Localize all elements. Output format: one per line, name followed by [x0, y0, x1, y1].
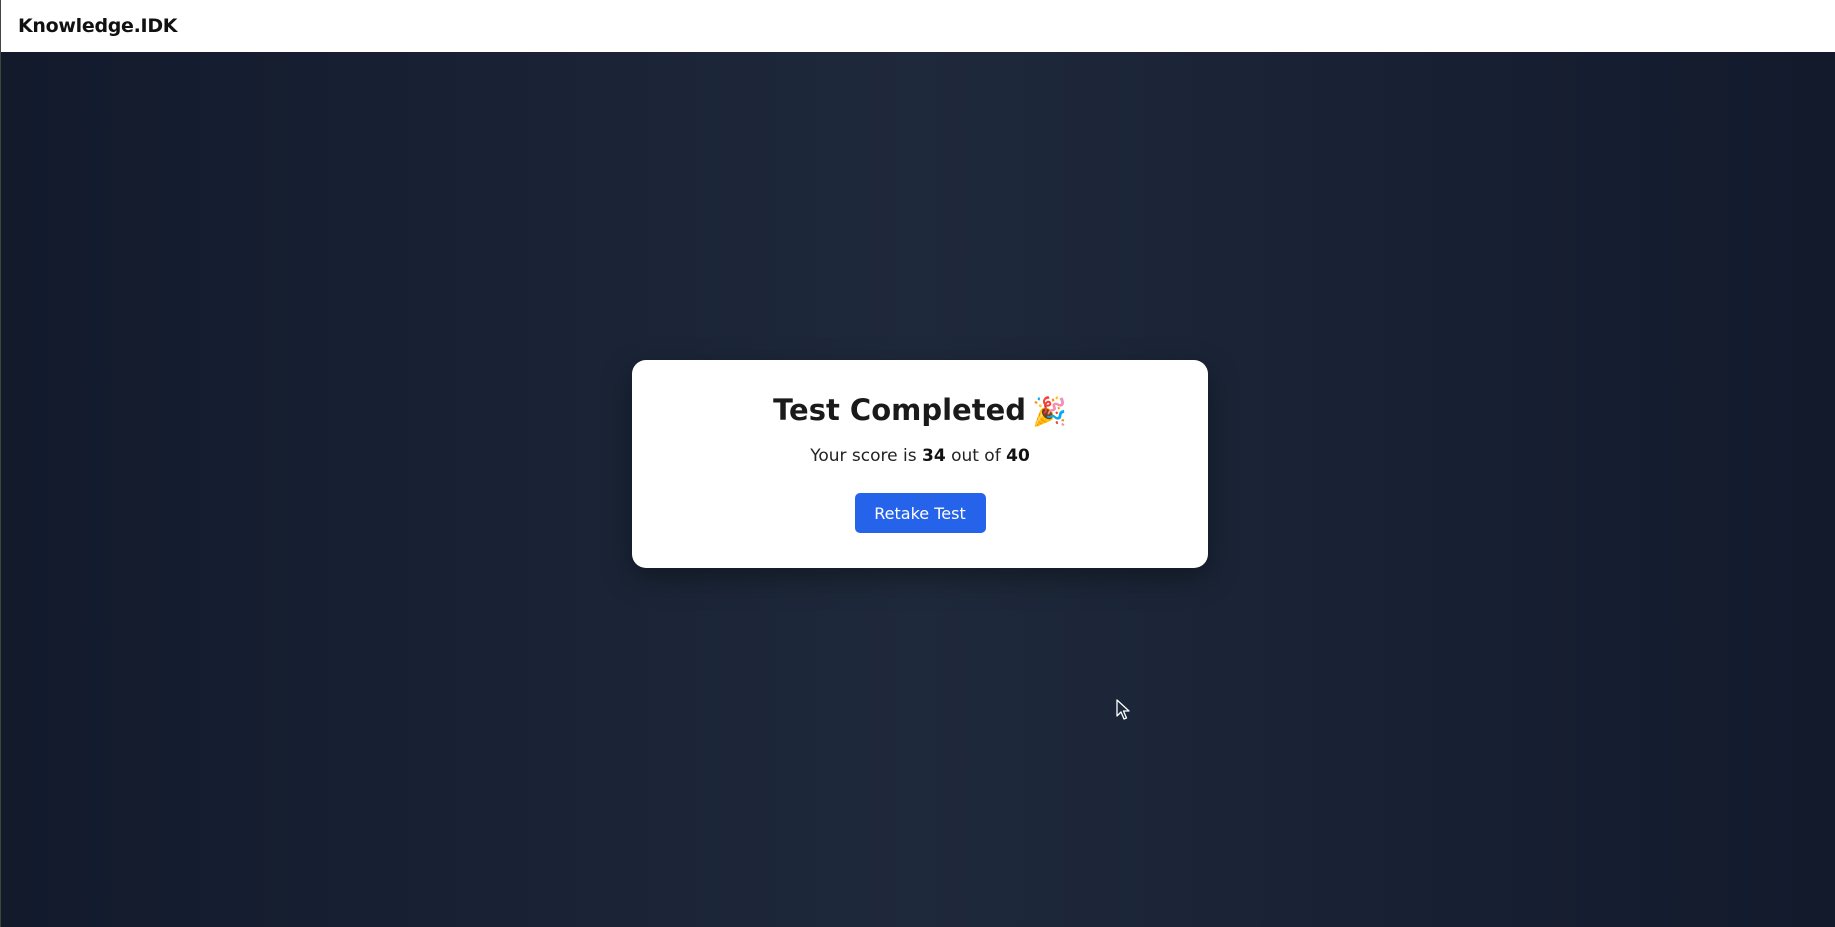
mouse-cursor-icon	[1116, 699, 1130, 720]
score-value: 34	[921, 446, 946, 466]
brand-logo-text[interactable]: Knowledge.IDK	[18, 15, 178, 37]
score-mid: out of	[951, 446, 1001, 466]
result-card: Test Completed 🎉 Your score is 34 out of …	[632, 360, 1208, 568]
result-title-text: Test Completed	[773, 393, 1027, 427]
score-prefix: Your score is	[810, 446, 917, 466]
retake-test-button[interactable]: Retake Test	[854, 493, 986, 533]
result-title: Test Completed 🎉	[632, 390, 1208, 432]
main-area: Test Completed 🎉 Your score is 34 out of …	[0, 52, 1835, 927]
score-total: 40	[1006, 446, 1030, 466]
score-line: Your score is 34 out of 40	[632, 444, 1208, 468]
party-popper-icon: 🎉	[1032, 395, 1067, 428]
top-nav-bar: Knowledge.IDK	[0, 0, 1835, 52]
